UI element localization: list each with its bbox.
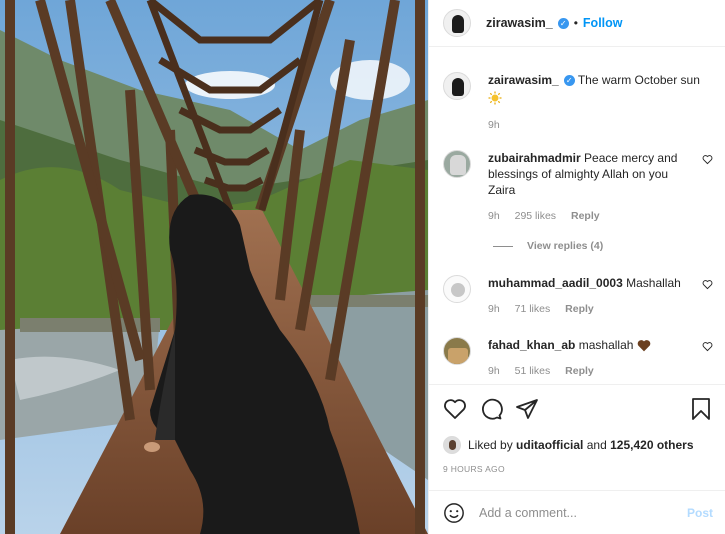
bookmark-icon[interactable]: [689, 397, 713, 421]
like-comment-heart-icon[interactable]: [702, 154, 713, 165]
caption: zairawasim_ ✓ The warm October sun 9h: [443, 72, 713, 133]
likes-summary: Liked by uditaofficial and 125,420 other…: [443, 436, 694, 454]
like-comment-heart-icon[interactable]: [702, 279, 713, 290]
like-comment-heart-icon[interactable]: [702, 341, 713, 352]
post-header: zirawasim_ ✓ • Follow: [429, 0, 725, 47]
emoji-icon[interactable]: [443, 502, 465, 524]
post-time[interactable]: 9 HOURS AGO: [443, 464, 505, 474]
action-icons: [443, 397, 713, 421]
comment-username[interactable]: fahad_khan_ab: [488, 338, 575, 352]
caption-username[interactable]: zairawasim_: [488, 73, 559, 87]
heart-icon[interactable]: [443, 397, 467, 421]
comment-age: 9h: [488, 210, 500, 222]
caption-text: The warm October sun: [577, 73, 700, 87]
comment-item: muhammad_aadil_0003 Mashallah 9h 71 like…: [443, 275, 713, 317]
reply-button[interactable]: Reply: [565, 303, 594, 315]
view-replies-button[interactable]: View replies (4): [493, 240, 603, 252]
comment-username[interactable]: muhammad_aadil_0003: [488, 276, 623, 290]
header-username[interactable]: zirawasim_: [486, 16, 553, 30]
post-actions: Liked by uditaofficial and 125,420 other…: [429, 384, 725, 490]
comment-age: 9h: [488, 365, 500, 377]
liker-avatar[interactable]: [443, 436, 461, 454]
caption-age: 9h: [488, 118, 500, 131]
sun-emoji-icon: [488, 91, 502, 105]
brown-heart-emoji-icon: [637, 340, 651, 352]
comment-icon[interactable]: [479, 397, 503, 421]
reply-button[interactable]: Reply: [571, 210, 600, 222]
avatar[interactable]: [443, 275, 471, 303]
comment-likes[interactable]: 71 likes: [515, 303, 551, 315]
avatar[interactable]: [443, 337, 471, 365]
comments-list[interactable]: zairawasim_ ✓ The warm October sun 9h zu…: [429, 60, 725, 384]
avatar[interactable]: [443, 150, 471, 178]
comment-age: 9h: [488, 303, 500, 315]
post-photo[interactable]: [0, 0, 428, 534]
avatar[interactable]: [443, 72, 471, 100]
avatar[interactable]: [443, 9, 471, 37]
comment-likes[interactable]: 51 likes: [515, 365, 551, 377]
likes-prefix: Liked by: [468, 438, 513, 452]
separator-dot: •: [573, 16, 578, 30]
verified-icon: ✓: [557, 17, 569, 29]
comment-text: mashallah: [578, 338, 634, 352]
post-panel: zirawasim_ ✓ • Follow zairawasim_ ✓ The w…: [428, 0, 725, 534]
liker-username[interactable]: uditaofficial: [516, 438, 583, 452]
post-button[interactable]: Post: [687, 506, 713, 520]
verified-icon: ✓: [563, 75, 575, 87]
comment-likes[interactable]: 295 likes: [515, 210, 556, 222]
add-comment-bar: Add a comment... Post: [429, 490, 725, 534]
replies-divider: [493, 245, 513, 247]
share-icon[interactable]: [515, 397, 539, 421]
comment-item: fahad_khan_ab mashallah 9h 51 likes Repl…: [443, 337, 713, 379]
likes-count[interactable]: 125,420 others: [610, 438, 693, 452]
reply-button[interactable]: Reply: [565, 365, 594, 377]
comment-text: Mashallah: [626, 276, 681, 290]
comment-item: zubairahmadmir Peace mercy and blessings…: [443, 150, 713, 224]
comment-input[interactable]: Add a comment...: [479, 506, 687, 520]
follow-button[interactable]: Follow: [583, 16, 623, 30]
comment-username[interactable]: zubairahmadmir: [488, 151, 581, 165]
view-replies-label: View replies (4): [527, 240, 604, 252]
likes-and: and: [586, 438, 607, 452]
